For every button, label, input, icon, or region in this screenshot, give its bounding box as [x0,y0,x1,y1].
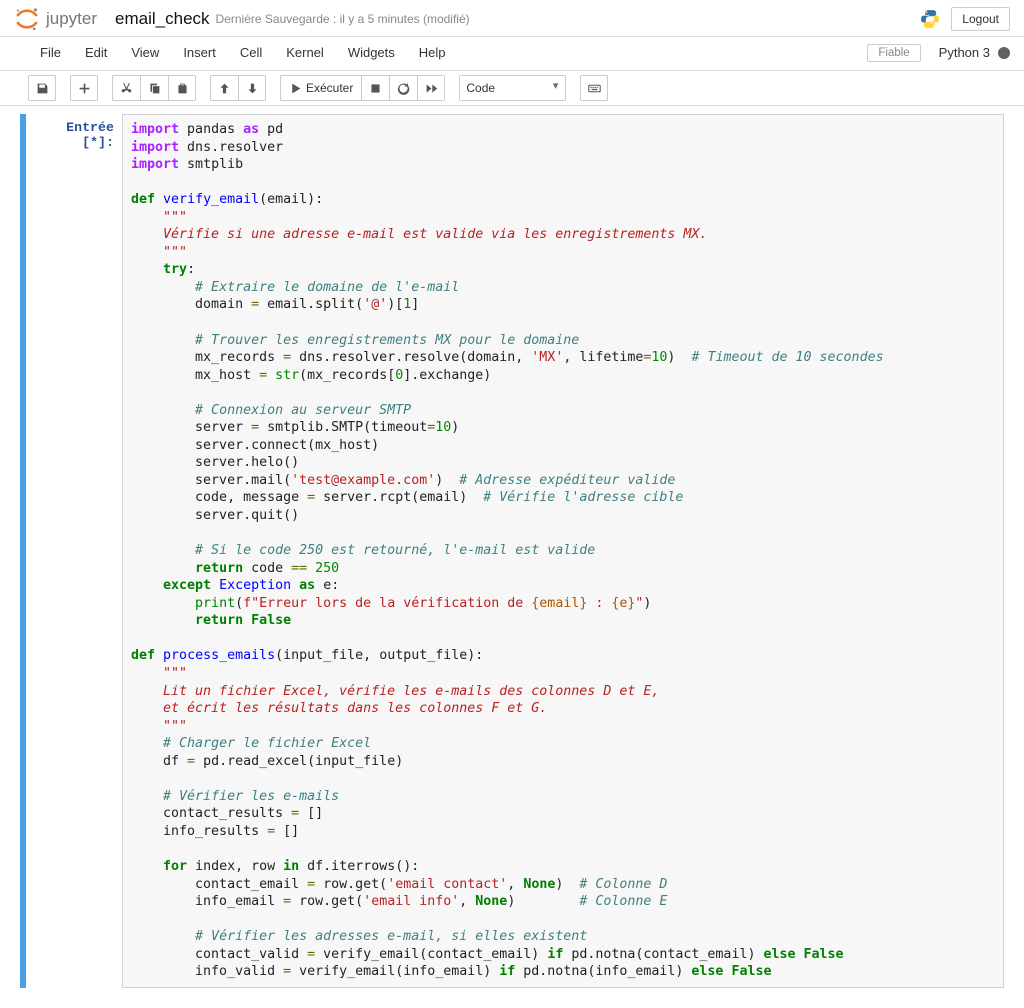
menu-view[interactable]: View [119,39,171,66]
paste-button[interactable] [168,75,196,101]
toolbar: Exécuter Code [0,71,1024,106]
menu-file[interactable]: File [28,39,73,66]
play-icon [289,82,302,95]
save-icon [36,82,49,95]
run-button-label: Exécuter [306,81,353,95]
menu-widgets[interactable]: Widgets [336,39,407,66]
paste-icon [176,82,189,95]
run-group: Exécuter [280,75,445,101]
restart-button[interactable] [389,75,417,101]
plus-icon [78,82,91,95]
python-icon [919,8,941,30]
move-group [210,75,266,101]
celltype-select[interactable]: Code [459,75,566,101]
restart-icon [397,82,410,95]
interrupt-button[interactable] [361,75,389,101]
cut-button[interactable] [112,75,140,101]
cell-running-indicator [20,114,26,988]
menu-help[interactable]: Help [407,39,458,66]
copy-icon [148,82,161,95]
code-content[interactable]: import pandas as pd import dns.resolver … [131,121,995,981]
jupyter-logo[interactable]: jupyter [14,6,97,32]
kernel-name: Python 3 [939,45,990,60]
notebook-area: Entrée [*]: import pandas as pd import d… [0,106,1024,1008]
copy-button[interactable] [140,75,168,101]
input-prompt: Entrée [*]: [30,114,122,988]
save-button[interactable] [28,75,56,101]
run-button[interactable]: Exécuter [280,75,361,101]
move-down-button[interactable] [238,75,266,101]
arrow-down-icon [246,82,259,95]
menu-bar: File Edit View Insert Cell Kernel Widget… [0,37,1024,71]
logout-button[interactable]: Logout [951,7,1010,31]
cut-icon [120,82,133,95]
move-up-button[interactable] [210,75,238,101]
command-palette-button[interactable] [580,75,608,101]
keyboard-icon [588,82,601,95]
kernel-indicator[interactable]: Python 3 [939,45,1010,60]
jupyter-icon [14,6,40,32]
arrow-up-icon [218,82,231,95]
clipboard-group [112,75,196,101]
code-cell[interactable]: Entrée [*]: import pandas as pd import d… [20,114,1004,988]
menu-insert[interactable]: Insert [171,39,228,66]
notebook-name[interactable]: email_check [115,9,210,29]
restart-run-all-button[interactable] [417,75,445,101]
menu-edit[interactable]: Edit [73,39,119,66]
celltype-select-wrap: Code [459,75,566,101]
menu-kernel[interactable]: Kernel [274,39,336,66]
header-bar: jupyter email_check Dernière Sauvegarde … [0,0,1024,37]
menu-cell[interactable]: Cell [228,39,274,66]
fast-forward-icon [425,82,438,95]
add-cell-button[interactable] [70,75,98,101]
kernel-status-dot-icon [998,47,1010,59]
code-input-area[interactable]: import pandas as pd import dns.resolver … [122,114,1004,988]
jupyter-logo-text: jupyter [46,9,97,29]
save-status: Dernière Sauvegarde : il y a 5 minutes (… [216,12,470,26]
stop-icon [369,82,382,95]
trusted-badge[interactable]: Fiable [867,44,920,62]
